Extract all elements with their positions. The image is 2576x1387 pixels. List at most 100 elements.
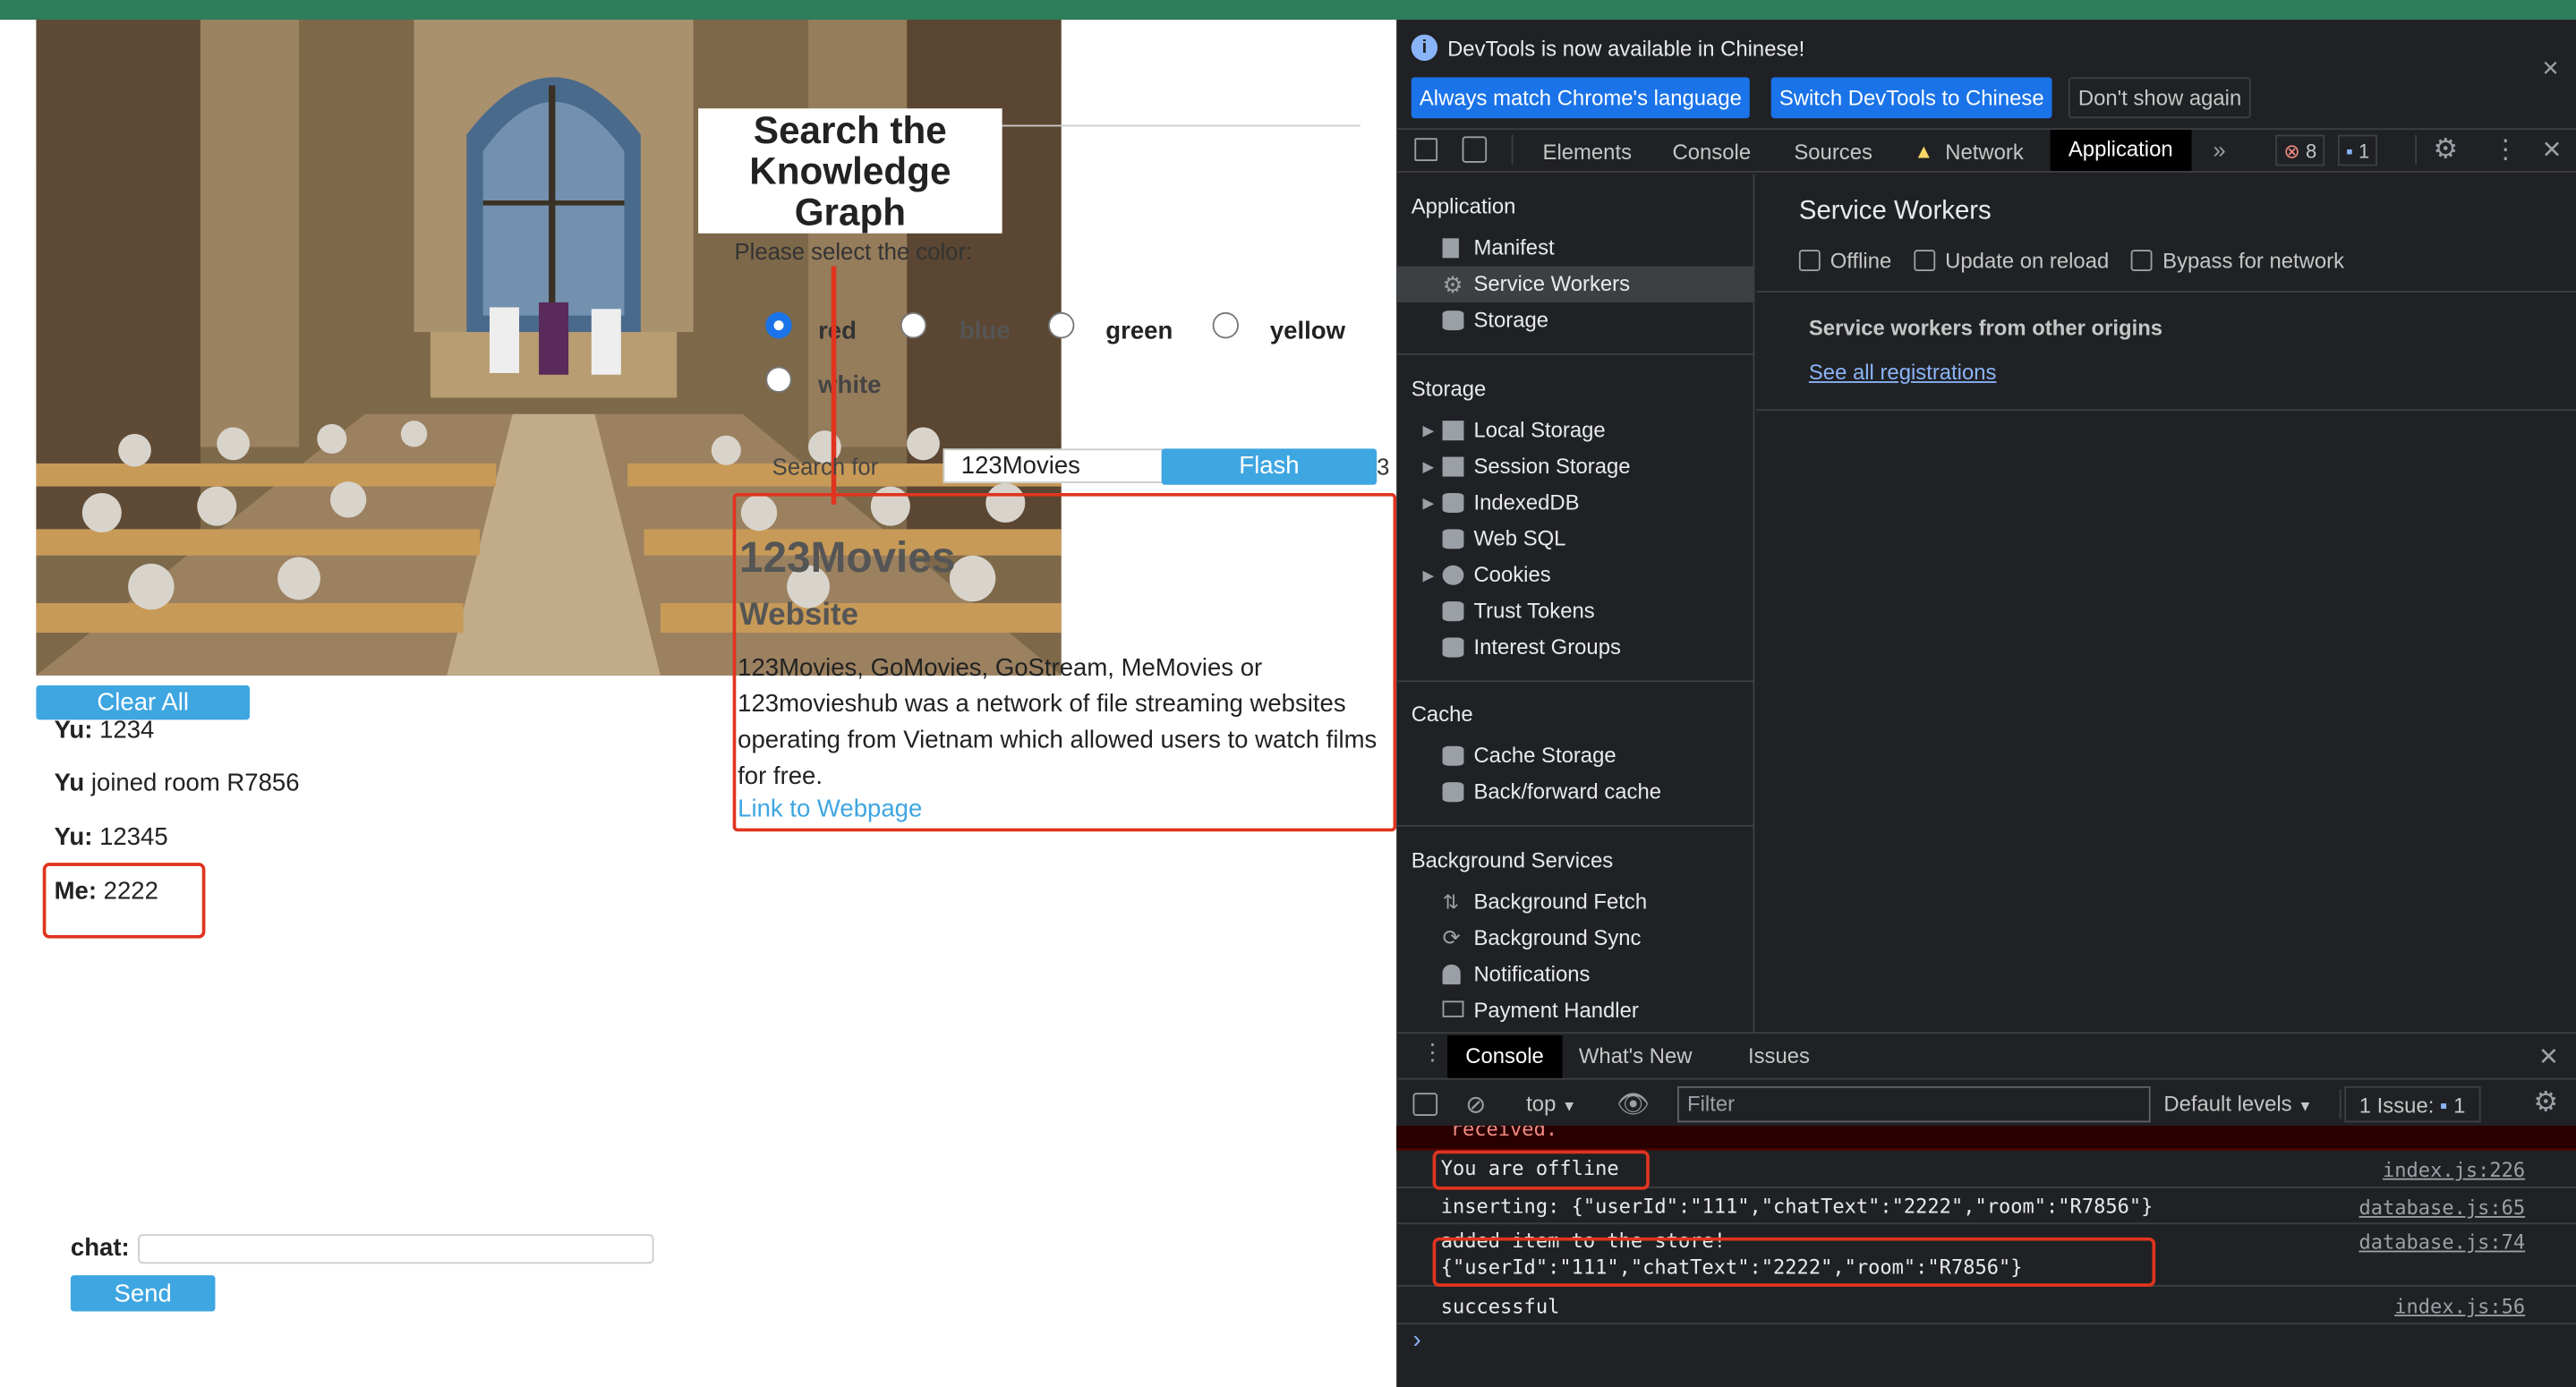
device-toolbar-icon[interactable] bbox=[1462, 136, 1488, 163]
drawer-menu-icon[interactable]: ⋮ bbox=[1421, 1039, 1445, 1067]
inspect-icon[interactable] bbox=[1414, 138, 1438, 161]
highlight-box bbox=[1432, 1150, 1650, 1190]
tab-console[interactable]: Console bbox=[1673, 140, 1752, 165]
clear-console-icon[interactable]: ⊘ bbox=[1465, 1090, 1486, 1119]
file-icon bbox=[1442, 238, 1459, 259]
error-badge[interactable]: ⊗ 8 bbox=[2275, 134, 2325, 166]
sidebar-item-local-storage[interactable]: ▶ Local Storage bbox=[1396, 413, 1754, 448]
settings-gear-icon[interactable]: ⚙ bbox=[2433, 133, 2458, 166]
sidebar-item-label: Local Storage bbox=[1473, 417, 1606, 443]
message-author: Yu bbox=[54, 769, 85, 797]
sidebar-item-service-workers[interactable]: ⚙ Service Workers bbox=[1396, 266, 1755, 302]
clear-all-button[interactable]: Clear All bbox=[36, 685, 250, 720]
radio-red[interactable] bbox=[765, 311, 792, 339]
drawer-tab-console[interactable]: Console bbox=[1447, 1034, 1563, 1078]
radio-blue[interactable] bbox=[900, 311, 927, 339]
sidebar-item-session-storage[interactable]: ▶ Session Storage bbox=[1396, 448, 1754, 484]
update-on-reload-label: Update on reload bbox=[1945, 248, 2110, 273]
console-error-row: received. bbox=[1396, 1126, 2576, 1151]
log-levels-dropdown[interactable]: Default levels ▼ bbox=[2163, 1091, 2312, 1116]
sidebar-item-label: IndexedDB bbox=[1473, 489, 1580, 515]
offline-label: Offline bbox=[1830, 248, 1892, 273]
console-prompt[interactable]: › bbox=[1413, 1326, 1421, 1354]
switch-chinese-button[interactable]: Switch DevTools to Chinese bbox=[1770, 77, 2052, 119]
dropdown-arrow-icon: ▼ bbox=[2298, 1097, 2313, 1115]
issues-counter[interactable]: 1 Issue: ▪ 1 bbox=[2344, 1085, 2480, 1123]
context-selector[interactable]: top ▼ bbox=[1526, 1091, 1576, 1116]
console-source-link[interactable]: index.js:56 bbox=[2394, 1295, 2525, 1318]
bypass-network-checkbox[interactable] bbox=[2131, 250, 2154, 272]
close-devtools-icon[interactable]: ✕ bbox=[2542, 135, 2563, 164]
sidebar-item-trust-tokens[interactable]: Trust Tokens bbox=[1396, 593, 1754, 629]
sidebar-item-background-fetch[interactable]: ⇅ Background Fetch bbox=[1396, 884, 1754, 920]
sidebar-divider bbox=[1396, 680, 1755, 683]
message-icon: ▪ bbox=[2346, 140, 2353, 163]
console-source-link[interactable]: database.js:74 bbox=[2358, 1231, 2525, 1255]
live-expression-eye-icon[interactable]: 👁 bbox=[1616, 1088, 1650, 1121]
tab-sources[interactable]: Sources bbox=[1794, 140, 1872, 165]
chat-message: Yu joined room R7856 bbox=[55, 769, 300, 796]
sidebar-item-bfcache[interactable]: Back/forward cache bbox=[1396, 774, 1754, 810]
update-on-reload-checkbox[interactable] bbox=[1914, 250, 1936, 272]
sidebar-item-manifest[interactable]: Manifest bbox=[1396, 230, 1754, 266]
console-source-link[interactable]: index.js:226 bbox=[2383, 1159, 2525, 1182]
chat-input[interactable] bbox=[138, 1234, 654, 1264]
sw-options: Offline Update on reload Bypass for netw… bbox=[1798, 248, 2344, 273]
console-message: received. bbox=[1450, 1126, 1558, 1141]
tab-network[interactable]: Network bbox=[1945, 140, 2024, 165]
more-tabs-icon[interactable]: » bbox=[2213, 136, 2225, 162]
drawer-tab-whats-new[interactable]: What's New bbox=[1579, 1043, 1693, 1068]
kebab-menu-icon[interactable]: ⋮ bbox=[2492, 133, 2518, 166]
console-row: successful index.js:56 bbox=[1396, 1287, 2576, 1325]
message-badge[interactable]: ▪ 1 bbox=[2337, 134, 2378, 166]
expand-arrow-icon: ▶ bbox=[1422, 458, 1435, 475]
see-all-registrations-link[interactable]: See all registrations bbox=[1809, 360, 1997, 385]
sidebar-item-label: Back/forward cache bbox=[1473, 779, 1662, 804]
search-input[interactable]: 123Movies bbox=[943, 448, 1164, 483]
sidebar-item-cookies[interactable]: ▶ Cookies bbox=[1396, 557, 1754, 593]
sidebar-item-background-sync[interactable]: ⟳ Background Sync bbox=[1396, 920, 1754, 956]
radio-green[interactable] bbox=[1048, 311, 1075, 339]
sw-other-origins: Service workers from other origins bbox=[1808, 315, 2163, 341]
result-link[interactable]: Link to Webpage bbox=[738, 796, 922, 823]
close-drawer-icon[interactable]: ✕ bbox=[2538, 1042, 2559, 1071]
sidebar-item-cache-storage[interactable]: Cache Storage bbox=[1396, 738, 1754, 774]
sw-title: Service Workers bbox=[1798, 197, 1992, 225]
console-settings-gear-icon[interactable]: ⚙ bbox=[2533, 1086, 2558, 1119]
sidebar-item-storage[interactable]: Storage bbox=[1396, 302, 1754, 338]
sidebar-item-indexeddb[interactable]: ▶ IndexedDB bbox=[1396, 485, 1754, 521]
sw-divider bbox=[1756, 291, 2576, 293]
search-trailing-digit: 3 bbox=[1377, 453, 1390, 481]
banner-close-icon[interactable]: ✕ bbox=[2542, 55, 2560, 81]
error-icon: ⊗ bbox=[2283, 140, 2300, 163]
kg-title-line2: Knowledge bbox=[749, 149, 951, 192]
tabbar-divider bbox=[1511, 134, 1514, 165]
flash-button[interactable]: Flash bbox=[1161, 448, 1378, 485]
kg-divider bbox=[1002, 124, 1361, 127]
result-subtitle: Website bbox=[738, 598, 859, 634]
send-button[interactable]: Send bbox=[70, 1275, 216, 1312]
sidebar-item-payment-handler[interactable]: Payment Handler bbox=[1396, 992, 1754, 1028]
message-author: Yu: bbox=[54, 716, 93, 745]
console-sidebar-toggle-icon[interactable] bbox=[1412, 1093, 1438, 1116]
tab-application[interactable]: Application bbox=[2050, 130, 2191, 171]
radio-yellow[interactable] bbox=[1212, 311, 1239, 339]
sidebar-item-notifications[interactable]: Notifications bbox=[1396, 957, 1754, 992]
sidebar-item-interest-groups[interactable]: Interest Groups bbox=[1396, 629, 1754, 665]
table-icon bbox=[1442, 421, 1464, 441]
dropdown-arrow-icon: ▼ bbox=[1562, 1097, 1577, 1115]
tab-elements[interactable]: Elements bbox=[1543, 140, 1632, 165]
radio-white[interactable] bbox=[765, 366, 792, 393]
console-filter-input[interactable]: Filter bbox=[1677, 1085, 2151, 1123]
drawer-tab-issues[interactable]: Issues bbox=[1748, 1043, 1810, 1068]
sidebar-header-cache: Cache bbox=[1411, 702, 1473, 727]
filter-placeholder: Filter bbox=[1687, 1091, 1736, 1116]
message-text: 1234 bbox=[92, 716, 155, 745]
console-source-link[interactable]: database.js:65 bbox=[2358, 1196, 2525, 1220]
dont-show-button[interactable]: Don't show again bbox=[2068, 77, 2252, 119]
offline-checkbox[interactable] bbox=[1798, 250, 1821, 272]
sidebar-item-websql[interactable]: Web SQL bbox=[1396, 521, 1754, 557]
banner-text: DevTools is now available in Chinese! bbox=[1447, 36, 1805, 61]
console-message: inserting: {"userId":"111","chatText":"2… bbox=[1440, 1195, 2154, 1218]
match-language-button[interactable]: Always match Chrome's language bbox=[1411, 77, 1751, 119]
